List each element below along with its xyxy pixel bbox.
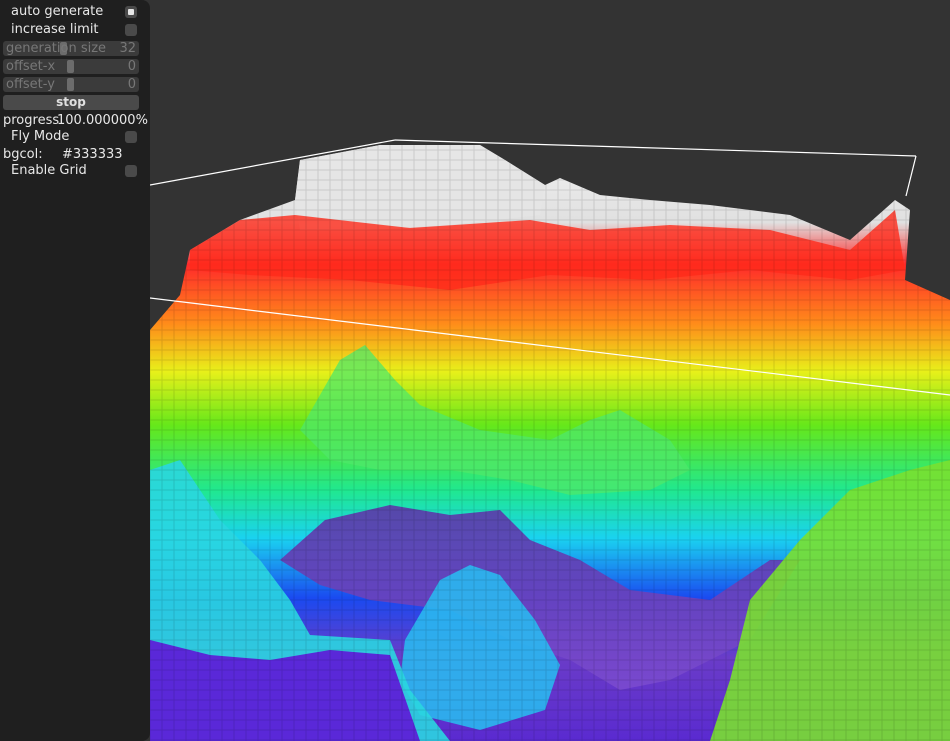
enable-grid-label: Enable Grid [11,163,87,178]
bgcol-row[interactable]: bgcol: #333333 [0,147,146,163]
increase-limit-row[interactable]: increase limit [0,22,146,38]
offset-x-slider[interactable]: offset-x 0 [3,59,139,74]
bgcol-label: bgcol: [3,147,43,162]
offset-y-slider[interactable]: offset-y 0 [3,77,139,92]
increase-limit-label: increase limit [11,22,99,37]
fly-mode-label: Fly Mode [11,129,70,144]
bgcol-value[interactable]: #333333 [62,147,123,163]
offset-x-row[interactable]: offset-x 0 [0,59,146,75]
progress-value: 100.000000% [57,113,148,128]
generation-size-value: 32 [119,41,136,56]
offset-y-label: offset-y [6,77,55,92]
terrain-viewport[interactable] [150,0,950,741]
offset-y-value: 0 [127,77,136,92]
voxel-terrain-render [150,139,950,741]
fly-mode-row[interactable]: Fly Mode [0,129,146,145]
check-icon [128,9,134,15]
offset-x-label: offset-x [6,59,56,74]
increase-limit-checkbox[interactable] [125,24,137,36]
fly-mode-checkbox[interactable] [125,131,137,143]
stop-button[interactable]: stop [3,95,139,110]
offset-x-value: 0 [127,59,136,74]
bbox-edge-right [905,155,917,197]
generation-size-label: generation size [6,41,107,56]
voxel-grid-texture [150,145,950,741]
auto-generate-checkbox[interactable] [125,6,137,18]
generation-size-row[interactable]: generation size 32 [0,41,146,57]
stop-row[interactable]: stop [0,95,146,111]
offset-y-row[interactable]: offset-y 0 [0,77,146,93]
control-panel: auto generate increase limit generation … [0,0,150,741]
slider-thumb[interactable] [67,60,74,73]
progress-row: progress 100.000000% [0,113,148,129]
auto-generate-label: auto generate [11,4,104,19]
progress-label: progress [3,113,60,128]
slider-thumb[interactable] [67,78,74,91]
auto-generate-row[interactable]: auto generate [0,4,146,20]
generation-size-slider[interactable]: generation size 32 [3,41,139,56]
enable-grid-checkbox[interactable] [125,165,137,177]
enable-grid-row[interactable]: Enable Grid [0,163,146,179]
